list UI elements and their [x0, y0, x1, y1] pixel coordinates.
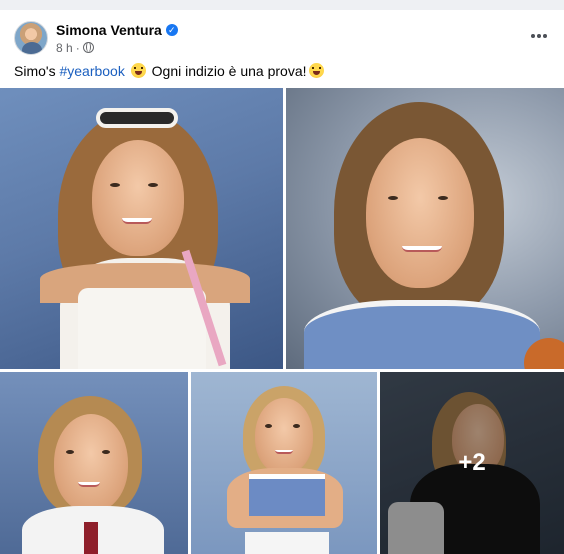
dot-1 [531, 34, 535, 38]
eye-left [265, 424, 272, 428]
separator-dot: · [75, 40, 80, 55]
author-avatar[interactable] [14, 21, 48, 55]
red-tie [84, 522, 98, 554]
post-header: Simona Ventura ✓ 8 h · [14, 21, 178, 55]
photo-3[interactable] [0, 372, 188, 554]
more-photos-count: +2 [458, 449, 486, 476]
grinning-face-emoji [130, 63, 146, 78]
dot-2 [537, 34, 541, 38]
eye-left [110, 183, 120, 187]
timestamp-row: 8 h · [56, 41, 178, 55]
winking-tongue-face-emoji [308, 63, 324, 78]
smile [122, 218, 152, 224]
photo-4[interactable] [191, 372, 377, 554]
post-time[interactable]: 8 h [56, 41, 73, 55]
eye-right [293, 424, 300, 428]
eye-left [388, 196, 398, 200]
eye-left [66, 450, 74, 454]
verified-badge-icon: ✓ [165, 24, 178, 36]
more-options-icon[interactable] [528, 30, 550, 42]
white-skirt [245, 532, 329, 554]
smile [402, 246, 442, 252]
face [54, 414, 128, 512]
hashtag-link[interactable]: #yearbook [59, 63, 124, 79]
more-photos-overlay[interactable]: +2 [380, 372, 564, 554]
photo-1[interactable] [0, 88, 283, 369]
top-fabric [78, 288, 206, 369]
facebook-post: Simona Ventura ✓ 8 h · Simo's #yearbook … [0, 10, 564, 554]
dot-3 [543, 34, 547, 38]
face [92, 140, 184, 256]
globe-icon[interactable] [82, 42, 94, 53]
caption-prefix: Simo's [14, 63, 60, 79]
eye-right [148, 183, 158, 187]
caption-text: Ogni indizio è una prova! [147, 63, 307, 79]
author-row: Simona Ventura ✓ [56, 22, 178, 39]
crop-top [249, 474, 325, 516]
smile [78, 482, 100, 487]
eye-right [438, 196, 448, 200]
sunglasses [96, 108, 178, 128]
photo-5[interactable]: +2 [380, 372, 564, 554]
eye-right [102, 450, 110, 454]
photo-2[interactable] [286, 88, 564, 369]
post-caption: Simo's #yearbook Ogni indizio è una prov… [14, 62, 326, 80]
face [366, 138, 474, 288]
author-name[interactable]: Simona Ventura [56, 22, 162, 39]
post-meta: Simona Ventura ✓ 8 h · [56, 22, 178, 55]
blue-jersey [304, 300, 540, 369]
face [255, 398, 313, 474]
smile [275, 450, 293, 454]
